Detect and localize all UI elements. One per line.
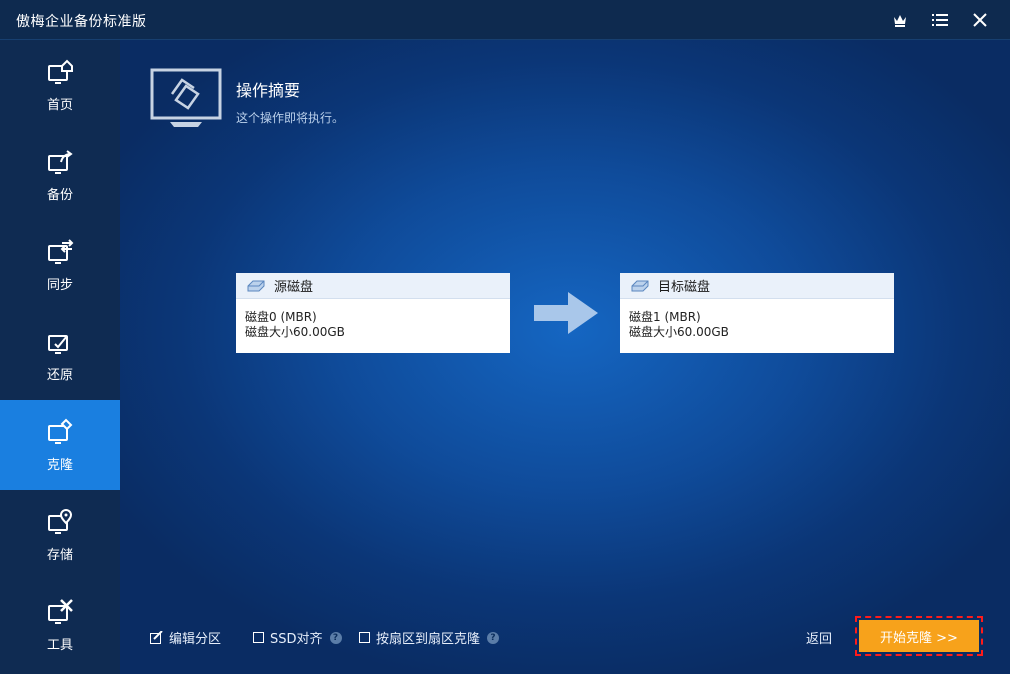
disk-icon [247, 280, 265, 291]
window-controls [880, 0, 1000, 40]
target-disk-title: 目标磁盘 [658, 280, 711, 295]
sidebar-item-sync[interactable]: 同步 [0, 220, 120, 310]
page-subtitle: 这个操作即将执行。 [236, 111, 345, 125]
home-icon [48, 59, 73, 84]
back-button[interactable]: 返回 [806, 628, 832, 647]
sidebar-item-label: 首页 [46, 97, 73, 113]
sidebar-item-label: 克隆 [46, 457, 73, 473]
sidebar-item-label: 存储 [46, 547, 73, 563]
sidebar-item-label: 还原 [46, 367, 73, 383]
sector-clone-label: 按扇区到扇区克隆 [376, 632, 481, 647]
backup-icon [48, 149, 73, 174]
sidebar-item-label: 备份 [46, 187, 73, 203]
source-disk-card[interactable]: 源磁盘 磁盘0 (MBR) 磁盘大小60.00GB [236, 273, 510, 353]
tools-icon [48, 598, 73, 624]
crown-icon[interactable] [880, 0, 920, 40]
sidebar-item-storage[interactable]: 存储 [0, 490, 120, 580]
disk-icon [631, 280, 649, 291]
sidebar-item-label: 工具 [46, 637, 73, 653]
edit-partition-label: 编辑分区 [169, 632, 222, 647]
sector-clone-checkbox[interactable] [359, 632, 370, 643]
ssd-align-option[interactable]: SSD对齐 ? [253, 628, 342, 647]
help-icon[interactable]: ? [487, 631, 500, 644]
app-title: 傲梅企业备份标准版 [16, 14, 147, 30]
sidebar-item-restore[interactable]: 还原 [0, 310, 120, 400]
help-icon[interactable]: ? [329, 631, 342, 644]
sidebar: 首页 备份 同步 还原 克隆 存储 工具 [0, 40, 120, 674]
sidebar-item-tools[interactable]: 工具 [0, 580, 120, 670]
monitor-summary-icon [150, 68, 222, 127]
title-bar: 傲梅企业备份标准版 [0, 0, 1010, 40]
main-panel: 操作摘要 这个操作即将执行。 源磁盘 磁盘0 (MBR) 磁盘大小60.00GB… [120, 40, 1010, 674]
edit-checkbox-icon[interactable] [150, 631, 163, 644]
sidebar-item-home[interactable]: 首页 [0, 40, 120, 130]
start-clone-button[interactable]: 开始克隆 >> [859, 620, 979, 652]
storage-icon [48, 508, 73, 534]
sidebar-item-label: 同步 [46, 277, 73, 293]
page-title: 操作摘要 [236, 81, 301, 100]
source-disk-name: 磁盘0 (MBR) [245, 310, 317, 324]
start-clone-highlight: 开始克隆 >> [855, 616, 983, 656]
sidebar-item-clone[interactable]: 克隆 [0, 400, 120, 490]
ssd-align-label: SSD对齐 [270, 632, 323, 647]
menu-icon[interactable] [920, 0, 960, 40]
clone-icon [48, 418, 73, 444]
target-disk-card[interactable]: 目标磁盘 磁盘1 (MBR) 磁盘大小60.00GB [620, 273, 894, 353]
arrow-right-icon [534, 292, 598, 334]
target-disk-header: 目标磁盘 [620, 273, 894, 299]
close-icon[interactable] [960, 0, 1000, 40]
source-disk-header: 源磁盘 [236, 273, 510, 299]
target-disk-size: 磁盘大小60.00GB [629, 325, 729, 339]
restore-icon [48, 334, 68, 354]
target-disk-name: 磁盘1 (MBR) [629, 310, 701, 324]
source-disk-size: 磁盘大小60.00GB [245, 325, 345, 339]
sidebar-item-backup[interactable]: 备份 [0, 130, 120, 220]
sync-icon [48, 238, 74, 264]
ssd-align-checkbox[interactable] [253, 632, 264, 643]
edit-partition-option[interactable]: 编辑分区 [150, 628, 221, 647]
source-disk-title: 源磁盘 [274, 280, 314, 295]
sector-clone-option[interactable]: 按扇区到扇区克隆 ? [359, 628, 500, 647]
